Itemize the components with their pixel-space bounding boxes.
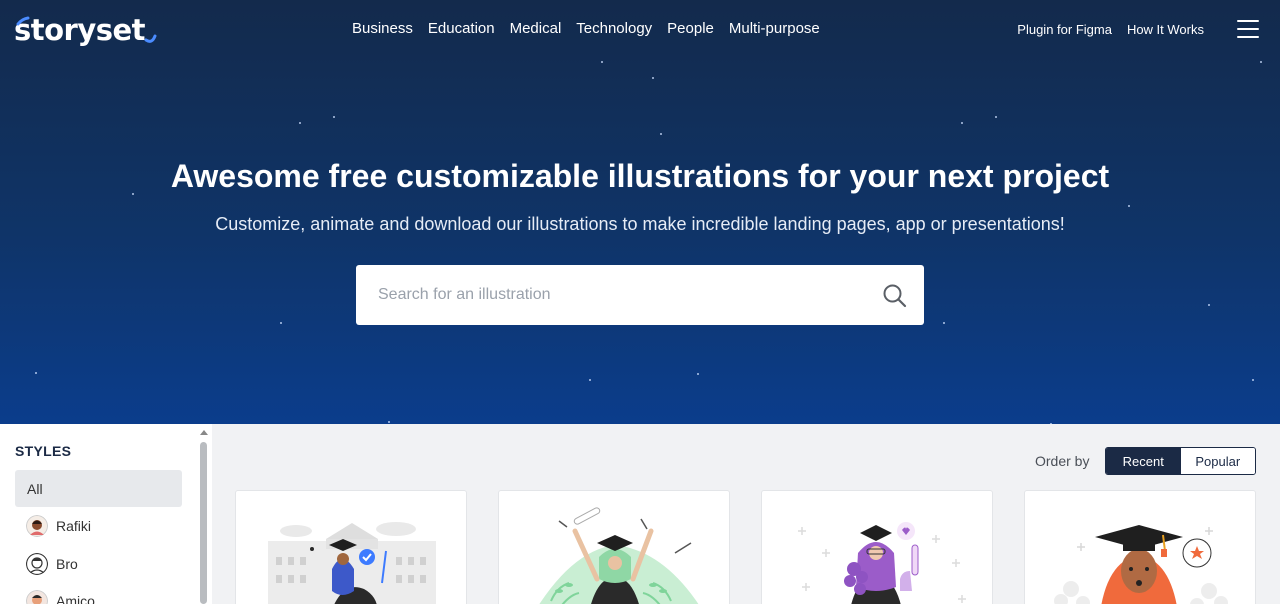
rafiki-avatar-icon <box>26 514 48 537</box>
nav-business[interactable]: Business <box>352 20 413 37</box>
illustration-card[interactable] <box>235 490 467 604</box>
amico-avatar-icon <box>26 589 48 604</box>
order-toggle: Recent Popular <box>1105 447 1256 475</box>
style-item-label: All <box>27 480 43 497</box>
order-recent-button[interactable]: Recent <box>1106 448 1181 474</box>
order-by-label: Order by <box>1035 453 1090 469</box>
graduation-illustration <box>798 522 966 604</box>
search-input[interactable] <box>378 265 858 325</box>
styles-heading: STYLES <box>15 443 72 459</box>
illustration-card[interactable] <box>498 490 730 604</box>
illustration-card[interactable] <box>1024 490 1256 604</box>
style-item-amico[interactable]: Amico <box>15 582 182 604</box>
hero-title: Awesome free customizable illustrations … <box>170 158 1110 194</box>
style-item-label: Amico <box>56 592 95 604</box>
nav-how-it-works[interactable]: How It Works <box>1127 22 1204 37</box>
graduation-illustration <box>539 507 699 604</box>
style-item-label: Bro <box>56 555 78 572</box>
bro-avatar-icon <box>26 552 48 575</box>
nav-plugin-for-figma[interactable]: Plugin for Figma <box>1017 22 1112 37</box>
nav-technology[interactable]: Technology <box>576 20 652 37</box>
order-popular-button[interactable]: Popular <box>1180 448 1255 474</box>
search-box <box>356 265 924 325</box>
scroll-up-arrow-icon[interactable] <box>200 430 208 435</box>
graduation-illustration <box>1054 525 1228 604</box>
style-item-bro[interactable]: Bro <box>15 545 182 582</box>
search-icon[interactable] <box>882 283 908 309</box>
secondary-nav: Plugin for Figma How It Works <box>1017 22 1204 37</box>
illustration-card[interactable] <box>761 490 993 604</box>
graduation-illustration <box>268 522 436 604</box>
nav-medical[interactable]: Medical <box>510 20 562 37</box>
category-nav: Business Education Medical Technology Pe… <box>352 20 820 37</box>
hamburger-menu-icon[interactable] <box>1236 20 1260 40</box>
sidebar-scrollbar[interactable] <box>200 442 207 604</box>
nav-multi-purpose[interactable]: Multi-purpose <box>729 20 820 37</box>
nav-education[interactable]: Education <box>428 20 495 37</box>
styles-sidebar: STYLES All Rafiki Bro Amico <box>0 424 212 604</box>
top-navigation: storyset Business Education Medical Tech… <box>0 0 1280 60</box>
logo-arc-icon <box>16 16 157 43</box>
nav-people[interactable]: People <box>667 20 714 37</box>
hero-section: storyset Business Education Medical Tech… <box>0 0 1280 424</box>
hero-subtitle: Customize, animate and download our illu… <box>215 214 1065 234</box>
storyset-logo[interactable]: storyset <box>14 10 157 50</box>
style-item-label: Rafiki <box>56 517 92 534</box>
style-item-all[interactable]: All <box>15 470 182 507</box>
style-item-rafiki[interactable]: Rafiki <box>15 507 182 544</box>
